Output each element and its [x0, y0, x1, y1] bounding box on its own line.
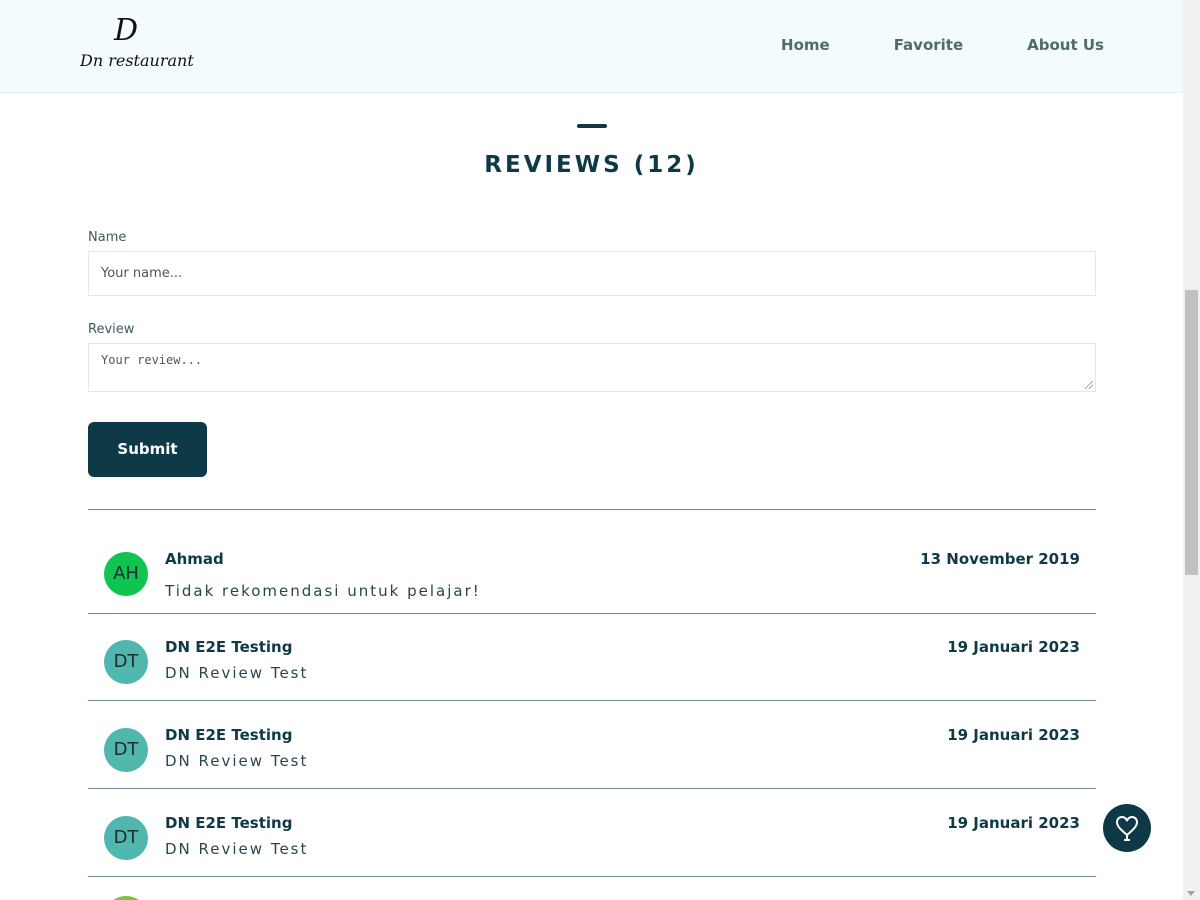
top-navbar: D Dn restaurant Home Favorite About Us	[0, 0, 1183, 93]
logo-text: Dn restaurant	[80, 51, 194, 70]
review-date: 19 Januari 2023	[947, 638, 1080, 656]
favorite-fab-button[interactable]	[1103, 804, 1151, 852]
reviewer-name: DN E2E Testing	[165, 638, 293, 656]
nav-home[interactable]: Home	[781, 34, 830, 56]
name-label: Name	[88, 230, 127, 245]
reviews-title: REVIEWS (12)	[484, 152, 699, 178]
avatar: DT	[104, 728, 148, 772]
review-text: Tidak rekomendasi untuk pelajar!	[165, 582, 481, 600]
review-item: AH Ahmad 13 November 2019 Tidak rekomend…	[88, 517, 1096, 605]
heart-icon	[1116, 816, 1138, 841]
scrollbar-thumb[interactable]	[1185, 290, 1198, 575]
title-accent-bar	[577, 124, 607, 128]
scroll-down-arrow-icon[interactable]	[1187, 891, 1195, 896]
review-date: 19 Januari 2023	[947, 814, 1080, 832]
review-item: DT DN E2E Testing 19 Januari 2023 DN Rev…	[88, 605, 1096, 693]
reviewer-name: Ahmad	[165, 550, 224, 568]
reviewer-name: DN E2E Testing	[165, 726, 293, 744]
avatar: DT	[104, 640, 148, 684]
avatar: AH	[104, 552, 148, 596]
nav-favorite[interactable]: Favorite	[894, 34, 963, 56]
scrollbar[interactable]	[1183, 0, 1200, 900]
review-date: 13 November 2019	[920, 550, 1080, 568]
reviewer-name: DN E2E Testing	[165, 814, 293, 832]
review-text: DN Review Test	[165, 840, 309, 858]
review-item-partial	[104, 896, 148, 900]
avatar: DT	[104, 816, 148, 860]
review-date: 19 Januari 2023	[947, 726, 1080, 744]
name-input[interactable]: Your name...	[88, 251, 1096, 296]
review-text: DN Review Test	[165, 752, 309, 770]
submit-button[interactable]: Submit	[88, 422, 207, 477]
logo-mark: D	[114, 13, 139, 48]
review-text: DN Review Test	[165, 664, 309, 682]
review-item: DT DN E2E Testing 19 Januari 2023 DN Rev…	[88, 693, 1096, 781]
divider	[88, 876, 1096, 877]
logo[interactable]: D Dn restaurant	[78, 13, 194, 76]
review-label: Review	[88, 322, 135, 337]
review-placeholder: Your review...	[101, 353, 203, 367]
nav-about-us[interactable]: About Us	[1027, 34, 1104, 56]
review-item: DT DN E2E Testing 19 Januari 2023 DN Rev…	[88, 781, 1096, 869]
resize-grip-icon[interactable]	[1085, 381, 1093, 389]
divider	[88, 509, 1096, 510]
main-nav: Home Favorite About Us	[781, 34, 1104, 56]
review-textarea[interactable]: Your review...	[88, 343, 1096, 392]
